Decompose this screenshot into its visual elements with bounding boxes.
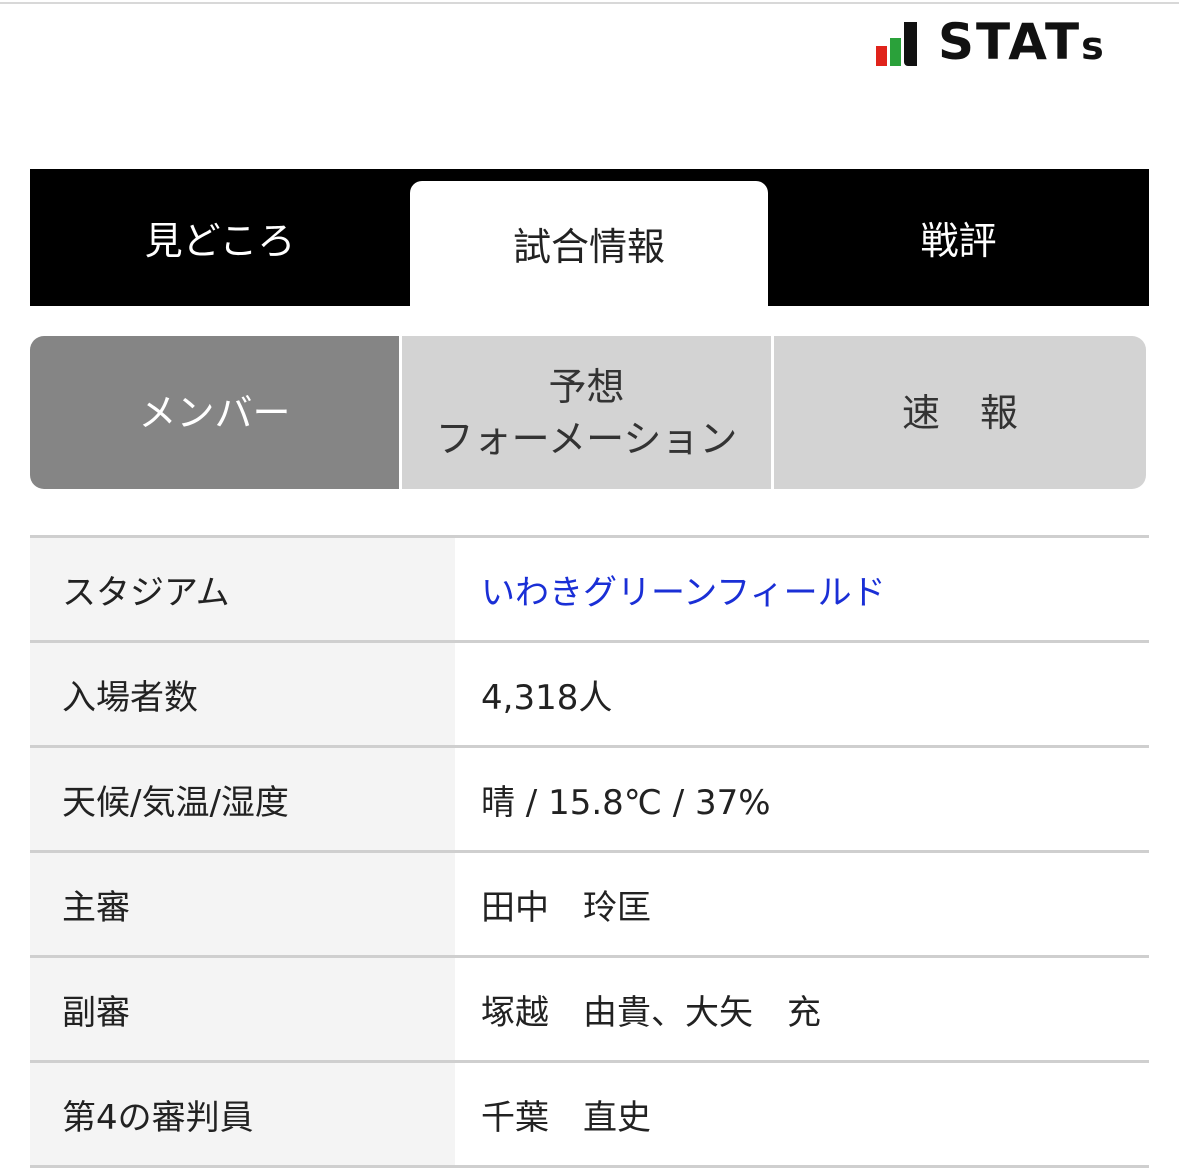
row-label-attendance: 入場者数	[30, 643, 455, 745]
attendance-value: 4,318人	[455, 643, 1149, 745]
tab-highlights[interactable]: 見どころ	[30, 169, 410, 306]
subtab-predicted-formation[interactable]: 予想 フォーメーション	[402, 336, 771, 489]
weather-value: 晴 / 15.8℃ / 37%	[455, 748, 1149, 850]
table-row: 入場者数 4,318人	[30, 640, 1149, 745]
row-label-fourth-official: 第4の審判員	[30, 1063, 455, 1165]
tab-match-info[interactable]: 試合情報	[410, 181, 768, 306]
main-tab-bar: 見どころ 試合情報 戦評	[30, 169, 1149, 306]
fourth-official-value: 千葉 直史	[455, 1063, 1149, 1165]
table-row: スタジアム いわきグリーンフィールド	[30, 535, 1149, 640]
logo-bar-black	[904, 22, 917, 66]
logo-text-tail: s	[1081, 24, 1106, 68]
bar-chart-icon	[876, 22, 920, 66]
logo-bar-green	[890, 38, 901, 66]
row-label-assistant-referees: 副審	[30, 958, 455, 1060]
stadium-link[interactable]: いわきグリーンフィールド	[455, 538, 1149, 640]
stats-logo[interactable]: STATs	[876, 16, 1106, 72]
table-row: 主審 田中 玲匡	[30, 850, 1149, 955]
assistant-referees-value: 塚越 由貴、大矢 充	[455, 958, 1149, 1060]
sub-tab-bar: メンバー 予想 フォーメーション 速報	[30, 336, 1146, 489]
table-row: 第4の審判員 千葉 直史	[30, 1060, 1149, 1168]
logo-text: STATs	[938, 16, 1106, 72]
row-label-referee: 主審	[30, 853, 455, 955]
logo-text-main: STAT	[938, 13, 1082, 71]
match-info-table: スタジアム いわきグリーンフィールド 入場者数 4,318人 天候/気温/湿度 …	[30, 535, 1149, 1168]
subtab-members-label: メンバー	[138, 390, 291, 435]
tab-match-report[interactable]: 戦評	[768, 169, 1149, 306]
subtab-formation-line1: 予想	[548, 364, 625, 409]
logo-bar-red	[876, 46, 887, 66]
row-label-stadium: スタジアム	[30, 538, 455, 640]
referee-value: 田中 玲匡	[455, 853, 1149, 955]
subtab-live-label: 速報	[901, 390, 1058, 435]
top-divider	[0, 2, 1179, 4]
subtab-formation-line2: フォーメーション	[435, 416, 738, 461]
subtab-live-updates[interactable]: 速報	[774, 336, 1146, 489]
subtab-members[interactable]: メンバー	[30, 336, 399, 489]
row-label-weather: 天候/気温/湿度	[30, 748, 455, 850]
subtab-formation-label: 予想 フォーメーション	[436, 361, 738, 465]
table-row: 副審 塚越 由貴、大矢 充	[30, 955, 1149, 1060]
table-row: 天候/気温/湿度 晴 / 15.8℃ / 37%	[30, 745, 1149, 850]
